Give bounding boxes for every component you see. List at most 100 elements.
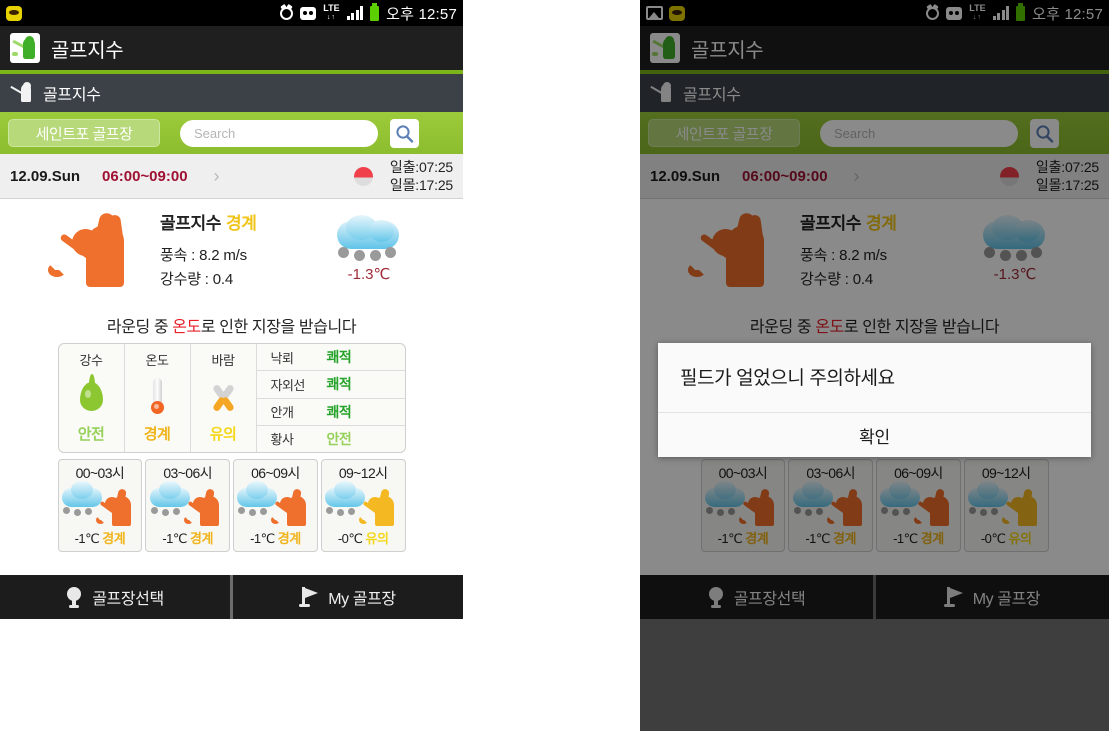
sunset-label: 일몰:17:25 bbox=[389, 177, 453, 193]
sub-header: 골프지수 bbox=[0, 74, 463, 112]
hourly-bottom: -0℃ 유의 bbox=[322, 526, 405, 551]
app-title-bar: 골프지수 bbox=[0, 26, 463, 74]
golf-flag-icon bbox=[943, 587, 964, 607]
time-range-label: 06:00~09:00 bbox=[102, 167, 188, 185]
hourly-bottom: -1℃ 경계 bbox=[146, 526, 229, 551]
bottom-nav: 골프장선택 My 골프장 bbox=[0, 575, 463, 619]
indicator-sub-list: 낙뢰 쾌적 자외선 쾌적 안개 쾌적 황사 안전 bbox=[256, 344, 405, 452]
hourly-range: 09~12시 bbox=[338, 465, 388, 481]
hourly-range: 09~12시 bbox=[981, 465, 1031, 481]
kakao-icon bbox=[669, 5, 685, 21]
course-select-button[interactable]: 세인트포 골프장 bbox=[8, 119, 160, 147]
indicator-value: 유의 bbox=[209, 426, 237, 443]
magnifier-icon bbox=[1036, 124, 1054, 143]
date-row: 12.09.Sun 06:00~09:00 › 일출:07:25 일몰:17:2… bbox=[640, 154, 1109, 199]
course-select-button[interactable]: 세인트포 골프장 bbox=[648, 119, 800, 147]
sunset-label: 일몰:17:25 bbox=[1035, 177, 1099, 193]
search-field[interactable] bbox=[820, 119, 1018, 147]
screen-right: LTE ↓↑ 오후 12:57 골프지수 골프지수 세인트포 골프장 Searc… bbox=[640, 0, 1109, 731]
hourly-art bbox=[148, 481, 228, 526]
alert-dialog: 필드가 얼었으니 주의하세요 확인 bbox=[658, 343, 1091, 457]
golf-index-title: 골프지수 경계 bbox=[800, 209, 897, 234]
search-row: 세인트포 골프장 bbox=[0, 112, 463, 154]
nav-course-select[interactable]: 골프장선택 bbox=[0, 575, 230, 619]
hourly-bottom: -1℃ 경계 bbox=[877, 526, 960, 551]
search-field[interactable] bbox=[180, 119, 378, 147]
hourly-card[interactable]: 06~09시 -1℃ 경계 bbox=[233, 459, 318, 552]
nav-my-course[interactable]: My 골프장 bbox=[230, 575, 463, 619]
advice-highlight: 온도 bbox=[815, 319, 844, 336]
app-title: 골프지수 bbox=[51, 39, 124, 62]
alarm-icon bbox=[926, 6, 940, 20]
indicator-label: 바람 bbox=[211, 353, 235, 368]
screenshot-stage: LTE ↓↑ 오후 12:57 골프지수 골프지수 세인트포 골프장 Searc… bbox=[0, 0, 1109, 739]
indicator-row-label: 자외선 bbox=[270, 377, 306, 393]
hourly-art bbox=[323, 481, 403, 526]
hourly-art bbox=[966, 481, 1046, 526]
hourly-bottom: -0℃ 유의 bbox=[965, 526, 1048, 551]
hourly-temp: -1℃ bbox=[162, 531, 187, 546]
golf-index-title: 골프지수 경계 bbox=[160, 209, 257, 234]
hourly-range: 06~09시 bbox=[894, 465, 943, 481]
indicator-column-temperature[interactable]: 온도 경계 bbox=[125, 344, 191, 452]
hourly-temp: -1℃ bbox=[74, 531, 100, 546]
empty-area-below-nav bbox=[640, 619, 1109, 731]
indicator-row-fog[interactable]: 안개 쾌적 bbox=[256, 399, 405, 426]
hourly-range: 03~06시 bbox=[163, 465, 212, 481]
indicator-column-wind[interactable]: 바람 유의 bbox=[191, 344, 257, 452]
lte-arrows: ↓↑ bbox=[326, 14, 336, 21]
indicator-value: 안전 bbox=[77, 426, 105, 443]
hourly-card[interactable]: 00~03시 -1℃ 경계 bbox=[57, 459, 143, 552]
golf-index-level: 경계 bbox=[225, 214, 257, 233]
chevron-right-icon[interactable]: › bbox=[214, 166, 220, 187]
nav-my-course: My 골프장 bbox=[873, 575, 1109, 619]
phone-panel-left: LTE ↓↑ 오후 12:57 골프지수 골프지수 세인트포 골프장 Searc… bbox=[0, 0, 463, 619]
hourly-card[interactable]: 03~06시 -1℃ 경계 bbox=[145, 459, 230, 552]
hourly-art bbox=[235, 481, 315, 526]
search-row: 세인트포 골프장 bbox=[640, 112, 1109, 154]
advice-prefix: 라운딩 중 bbox=[749, 319, 816, 336]
indicator-row-lightning[interactable]: 낙뢰 쾌적 bbox=[256, 344, 405, 372]
rainfall: 강수량 : 0.4 bbox=[160, 271, 233, 288]
alarm-icon bbox=[280, 6, 294, 20]
app-title-bar: 골프지수 bbox=[640, 26, 1109, 74]
hourly-temp: -1℃ bbox=[717, 531, 743, 546]
hourly-art bbox=[878, 481, 958, 526]
golfer-icon bbox=[46, 205, 146, 287]
search-input[interactable] bbox=[194, 125, 364, 141]
search-button[interactable] bbox=[1030, 118, 1059, 148]
indicator-row-value: 안전 bbox=[326, 430, 352, 447]
hourly-temp: -1℃ bbox=[805, 531, 830, 546]
indicator-row-uv[interactable]: 자외선 쾌적 bbox=[256, 371, 405, 399]
hourly-art bbox=[703, 481, 783, 526]
index-summary: 골프지수 경계 풍속 : 8.2 m/s 강수량 : 0.4 -1.3℃ bbox=[640, 199, 1109, 317]
sunrise-label: 일출:07:25 bbox=[1035, 159, 1099, 175]
status-bar-clock: 오후 12:57 bbox=[1032, 5, 1103, 23]
lte-icon: LTE ↓↑ bbox=[323, 4, 339, 22]
golfer-icon bbox=[183, 486, 222, 526]
index-summary: 골프지수 경계 풍속 : 8.2 m/s 강수량 : 0.4 -1.3℃ bbox=[0, 199, 463, 317]
wind-speed: 풍속 : 8.2 m/s bbox=[160, 247, 247, 264]
indicator-row-label: 황사 bbox=[270, 432, 294, 448]
search-input[interactable] bbox=[834, 125, 1004, 141]
search-button[interactable] bbox=[390, 118, 419, 148]
indicator-row-value: 쾌적 bbox=[326, 376, 352, 393]
dialog-message: 필드가 얼었으니 주의하세요 bbox=[658, 343, 1091, 413]
date-row[interactable]: 12.09.Sun 06:00~09:00 › 일출:07:25 일몰:17:2… bbox=[0, 154, 463, 199]
indicator-column-precipitation[interactable]: 강수 안전 bbox=[59, 344, 125, 452]
hourly-card: 03~06시 -1℃ 경계 bbox=[788, 459, 873, 552]
dialog-confirm-button[interactable]: 확인 bbox=[658, 413, 1091, 457]
gallery-icon bbox=[646, 6, 663, 20]
nav-label: 골프장선택 bbox=[733, 591, 806, 608]
app-logo-icon bbox=[650, 33, 680, 63]
sun-times: 일출:07:25 일몰:17:25 bbox=[390, 158, 453, 194]
battery-icon bbox=[1016, 2, 1026, 21]
indicator-table: 강수 안전 온도 경계 바람 유의 낙뢰 쾌적 bbox=[57, 343, 406, 453]
indicator-row-dust[interactable]: 황사 안전 bbox=[257, 426, 405, 452]
sun-icon bbox=[346, 160, 382, 192]
lte-label: LTE bbox=[969, 3, 986, 13]
wind-speed: 풍속 : 8.2 m/s bbox=[800, 247, 887, 264]
date-label: 12.09.Sun bbox=[650, 167, 721, 185]
hourly-card[interactable]: 09~12시 -0℃ 유의 bbox=[320, 459, 406, 552]
golf-tee-icon bbox=[708, 587, 725, 608]
